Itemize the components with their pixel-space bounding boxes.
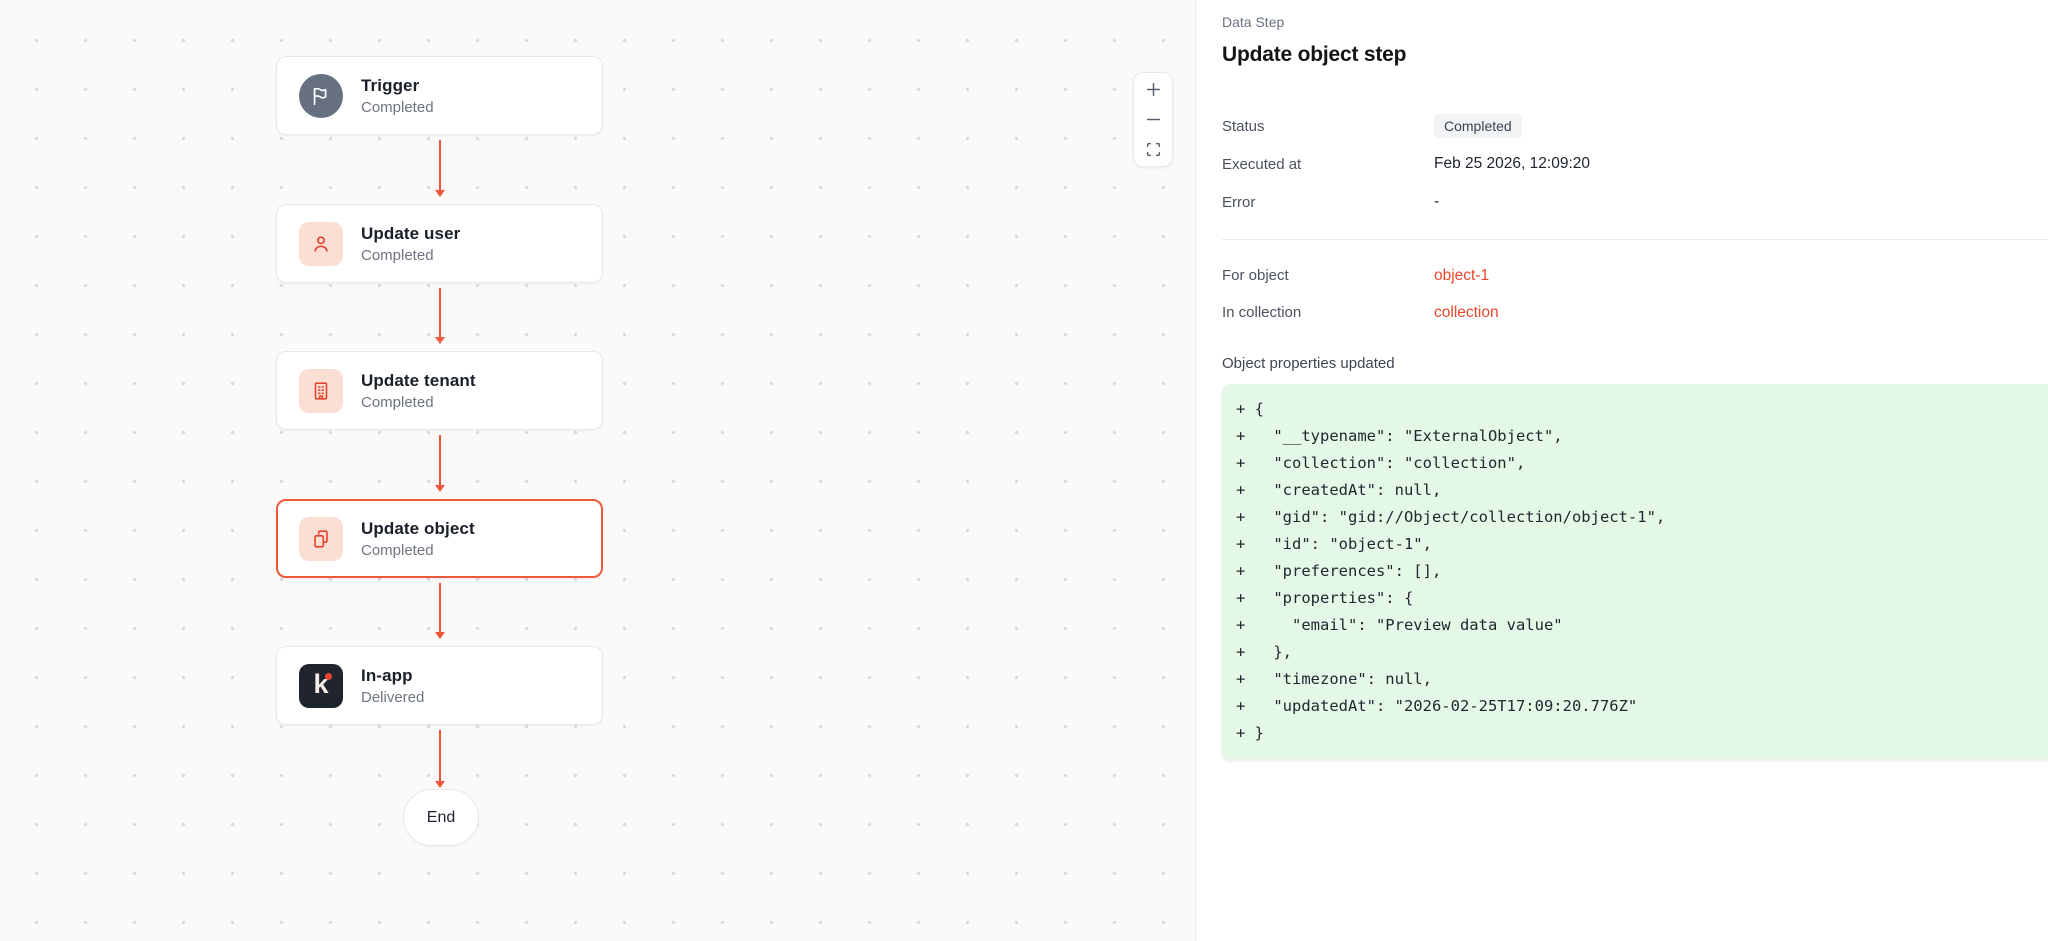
- diff-line: + "id": "object-1",: [1236, 531, 2042, 558]
- diff-line: + }: [1236, 720, 2042, 747]
- fit-view-icon: [1145, 141, 1162, 158]
- collection-link[interactable]: collection: [1434, 304, 1499, 322]
- flow-node-update-user[interactable]: Update user Completed: [276, 204, 603, 283]
- object-link[interactable]: object-1: [1434, 267, 1489, 285]
- node-title: In-app: [361, 666, 424, 686]
- diff-line: + {: [1236, 396, 2042, 423]
- status-row: Status Completed: [1222, 107, 2048, 145]
- diff-line: + "__typename": "ExternalObject",: [1236, 423, 2042, 450]
- flow-node-end[interactable]: End: [403, 789, 479, 846]
- for-object-row: For object object-1: [1222, 257, 2048, 294]
- knock-logo-icon: k: [299, 664, 343, 708]
- node-title: Update tenant: [361, 371, 476, 391]
- error-label: Error: [1222, 194, 1434, 211]
- building-icon: [299, 369, 343, 413]
- flow-edge: [439, 288, 441, 338]
- plus-icon: [1145, 81, 1162, 98]
- diff-line: + "collection": "collection",: [1236, 450, 2042, 477]
- error-row: Error -: [1222, 183, 2048, 221]
- diff-line: + "preferences": [],: [1236, 558, 2042, 585]
- node-title: Trigger: [361, 76, 434, 96]
- flow-node-in-app[interactable]: k In-app Delivered: [276, 646, 603, 725]
- node-status: Completed: [361, 542, 475, 559]
- diff-line: + "properties": {: [1236, 585, 2042, 612]
- zoom-out-button[interactable]: [1134, 105, 1172, 135]
- node-status: Completed: [361, 247, 460, 264]
- section-divider: [1222, 239, 2048, 240]
- copy-icon: [299, 517, 343, 561]
- diff-line: + },: [1236, 639, 2042, 666]
- flow-node-update-object[interactable]: Update object Completed: [276, 499, 603, 578]
- status-label: Status: [1222, 118, 1434, 135]
- minus-icon: [1145, 111, 1162, 128]
- node-status: Completed: [361, 394, 476, 411]
- workflow-canvas[interactable]: Trigger Completed Update user Completed: [0, 0, 1196, 941]
- object-diff-code-block: + { + "__typename": "ExternalObject", + …: [1222, 384, 2048, 759]
- end-label: End: [427, 809, 455, 827]
- diff-line: + "createdAt": null,: [1236, 477, 2042, 504]
- step-type-eyebrow: Data Step: [1222, 14, 2048, 30]
- executed-at-label: Executed at: [1222, 156, 1434, 173]
- diff-line: + "timezone": null,: [1236, 666, 2042, 693]
- in-collection-row: In collection collection: [1222, 294, 2048, 331]
- recipient-rows: For object object-1 In collection collec…: [1222, 257, 2048, 331]
- user-icon: [299, 222, 343, 266]
- node-status: Delivered: [361, 689, 424, 706]
- error-value: -: [1434, 193, 1439, 211]
- diff-line: + "gid": "gid://Object/collection/object…: [1236, 504, 2042, 531]
- diff-line: + "updatedAt": "2026-02-25T17:09:20.776Z…: [1236, 693, 2042, 720]
- status-badge: Completed: [1434, 114, 1522, 138]
- flow-edge: [439, 140, 441, 191]
- flow-node-update-tenant[interactable]: Update tenant Completed: [276, 351, 603, 430]
- executed-at-row: Executed at Feb 25 2026, 12:09:20: [1222, 145, 2048, 183]
- step-details-panel: Data Step Update object step Status Comp…: [1197, 0, 2048, 941]
- node-title: Update user: [361, 224, 460, 244]
- fit-view-button[interactable]: [1134, 134, 1172, 164]
- for-object-label: For object: [1222, 267, 1434, 284]
- canvas-zoom-controls: [1133, 72, 1173, 167]
- in-collection-label: In collection: [1222, 304, 1434, 321]
- step-info-rows: Status Completed Executed at Feb 25 2026…: [1222, 107, 2048, 221]
- node-status: Completed: [361, 99, 434, 116]
- node-title: Update object: [361, 519, 475, 539]
- executed-at-value: Feb 25 2026, 12:09:20: [1434, 155, 1590, 173]
- object-properties-label: Object properties updated: [1222, 355, 2048, 372]
- zoom-in-button[interactable]: [1134, 75, 1172, 105]
- flag-icon: [299, 74, 343, 118]
- flow-node-trigger[interactable]: Trigger Completed: [276, 56, 603, 135]
- flow-edge: [439, 435, 441, 486]
- diff-line: + "email": "Preview data value": [1236, 612, 2042, 639]
- flow-edge: [439, 583, 441, 633]
- flow-edge: [439, 730, 441, 782]
- page-title: Update object step: [1222, 43, 2048, 67]
